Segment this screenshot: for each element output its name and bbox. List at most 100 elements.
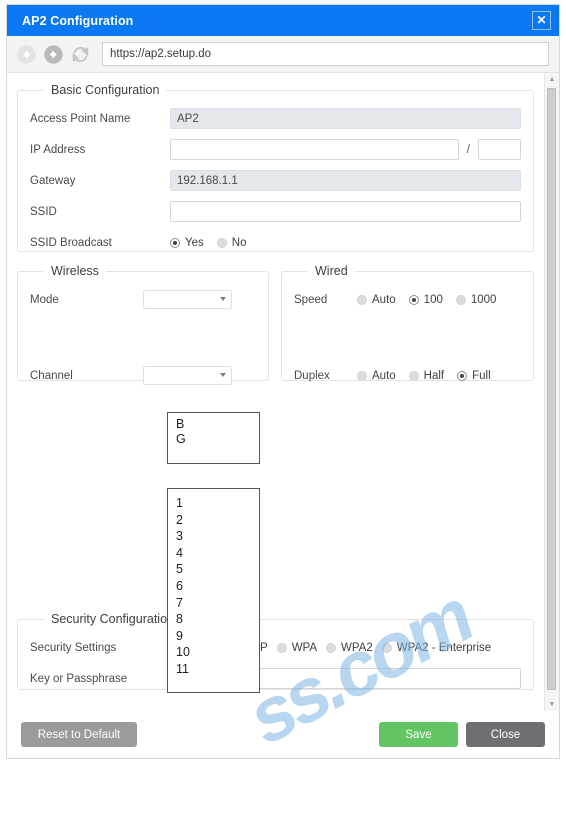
radio-dot-icon [276, 642, 287, 653]
scroll-up-arrow-icon[interactable]: ▲ [545, 73, 559, 86]
row-wireless-mode-spacer [30, 315, 256, 360]
back-arrow-icon[interactable] [16, 44, 37, 65]
browser-navbar [7, 36, 559, 73]
radio-speed-auto[interactable]: Auto [357, 294, 396, 306]
browser-window: AP2 Configuration ✕ Basic Configuration … [6, 4, 560, 759]
mode-select[interactable] [143, 290, 232, 309]
radio-dot-icon [408, 370, 419, 381]
row-wired-duplex: Duplex Auto Half Full [294, 360, 521, 391]
radio-speed-1000[interactable]: 1000 [455, 293, 497, 306]
radio-duplex-full[interactable]: Full [457, 370, 491, 382]
radio-label: WPA [291, 641, 318, 654]
channel-select-value [144, 371, 149, 383]
channel-option[interactable]: 2 [168, 512, 259, 529]
ip-prefix-input[interactable] [478, 139, 521, 160]
radio-security-wpa[interactable]: WPA [276, 641, 318, 654]
radio-label: Full [472, 369, 491, 382]
window-title: AP2 Configuration [22, 13, 134, 28]
label-ip-address: IP Address [30, 143, 86, 156]
label-duplex: Duplex [294, 369, 330, 382]
channel-option[interactable]: 3 [168, 528, 259, 545]
radio-label: Yes [185, 236, 204, 249]
radio-label: WPA2 - Enterprise [396, 641, 492, 654]
radio-ssid-broadcast-yes[interactable]: Yes [170, 237, 204, 249]
radio-label: 1000 [470, 293, 497, 306]
channel-option[interactable]: 5 [168, 561, 259, 578]
mode-dropdown-list[interactable]: B G [167, 412, 260, 464]
radio-dot-icon [326, 642, 337, 653]
label-key-passphrase: Key or Passphrase [30, 672, 128, 685]
radio-label: 100 [423, 293, 443, 306]
row-wired-spacer [294, 315, 521, 360]
mode-option[interactable]: B [168, 417, 259, 432]
channel-option[interactable]: 1 [168, 495, 259, 512]
channel-option[interactable]: 4 [168, 545, 259, 562]
window-close-icon[interactable]: ✕ [532, 11, 551, 30]
channel-option[interactable]: 9 [168, 628, 259, 645]
channel-option[interactable]: 8 [168, 611, 259, 628]
channel-dropdown-list[interactable]: 1 2 3 4 5 6 7 8 9 10 11 [167, 488, 260, 693]
content-area: Basic Configuration Access Point Name IP… [7, 73, 559, 711]
radio-dot-icon [357, 370, 367, 381]
ip-address-input[interactable] [170, 139, 459, 160]
label-channel: Channel [30, 369, 73, 382]
wired-section: Wired Speed Auto 100 1000 Duplex Auto Ha… [281, 264, 534, 382]
label-mode: Mode [30, 293, 59, 306]
speed-radio-group: Auto 100 1000 [357, 294, 509, 306]
mode-option[interactable]: G [168, 432, 259, 447]
wireless-wired-row: Wireless Mode Channel Wired Speed Auto 1… [17, 264, 534, 385]
window-titlebar: AP2 Configuration ✕ [7, 5, 559, 36]
scrollbar-thumb[interactable] [547, 88, 556, 690]
row-security-settings: Security Settings None WEP WPA [30, 632, 521, 663]
radio-label: Auto [372, 369, 396, 382]
basic-configuration-section: Basic Configuration Access Point Name IP… [17, 83, 534, 252]
radio-dot-icon [357, 294, 367, 305]
access-point-name-input[interactable] [170, 108, 521, 129]
scroll-down-arrow-icon[interactable]: ▼ [545, 698, 559, 711]
radio-label: No [231, 236, 247, 249]
row-access-point-name: Access Point Name [30, 103, 521, 134]
radio-dot-icon [170, 237, 180, 248]
channel-option[interactable]: 6 [168, 578, 259, 595]
ssid-input[interactable] [170, 201, 521, 222]
scrollbar-track[interactable] [545, 86, 559, 698]
channel-option[interactable]: 7 [168, 595, 259, 612]
row-ssid: SSID [30, 196, 521, 227]
wired-legend: Wired [315, 264, 348, 278]
forward-arrow-icon[interactable] [43, 44, 64, 65]
row-ip-address: IP Address / [30, 134, 521, 165]
vertical-scrollbar[interactable]: ▲ ▼ [544, 73, 559, 711]
row-wired-speed: Speed Auto 100 1000 [294, 284, 521, 315]
radio-dot-icon [408, 294, 419, 305]
radio-duplex-half[interactable]: Half [408, 369, 445, 382]
ssid-broadcast-radio-group: Yes No [170, 237, 259, 249]
duplex-radio-group: Auto Half Full [357, 370, 504, 382]
label-speed: Speed [294, 293, 328, 306]
label-ssid: SSID [30, 205, 57, 218]
refresh-icon[interactable] [70, 44, 91, 65]
radio-dot-icon [381, 642, 392, 653]
radio-label: Auto [372, 293, 396, 306]
radio-security-wpa2[interactable]: WPA2 [326, 642, 373, 654]
url-input[interactable] [102, 42, 549, 66]
prefix-separator: / [466, 143, 470, 156]
radio-duplex-auto[interactable]: Auto [357, 370, 396, 382]
dialog-footer: Reset to Default Save Close [7, 711, 559, 758]
radio-speed-100[interactable]: 100 [408, 293, 443, 306]
gateway-input[interactable] [170, 170, 521, 191]
wireless-section: Wireless Mode Channel [17, 264, 269, 385]
save-button[interactable]: Save [379, 722, 458, 747]
row-wireless-mode: Mode [30, 284, 256, 315]
radio-ssid-broadcast-no[interactable]: No [216, 236, 247, 249]
channel-option[interactable]: 11 [168, 661, 259, 678]
row-wireless-channel: Channel [30, 360, 256, 391]
security-configuration-legend: Security Configuration [51, 612, 174, 626]
channel-option[interactable]: 10 [168, 644, 259, 661]
radio-label: Half [423, 369, 445, 382]
channel-select[interactable] [143, 366, 232, 385]
basic-configuration-legend: Basic Configuration [51, 83, 160, 97]
close-button[interactable]: Close [466, 722, 545, 747]
radio-security-wpa2-enterprise[interactable]: WPA2 - Enterprise [381, 641, 492, 654]
reset-to-default-button[interactable]: Reset to Default [21, 722, 137, 747]
row-key-passphrase: Key or Passphrase [30, 663, 521, 694]
